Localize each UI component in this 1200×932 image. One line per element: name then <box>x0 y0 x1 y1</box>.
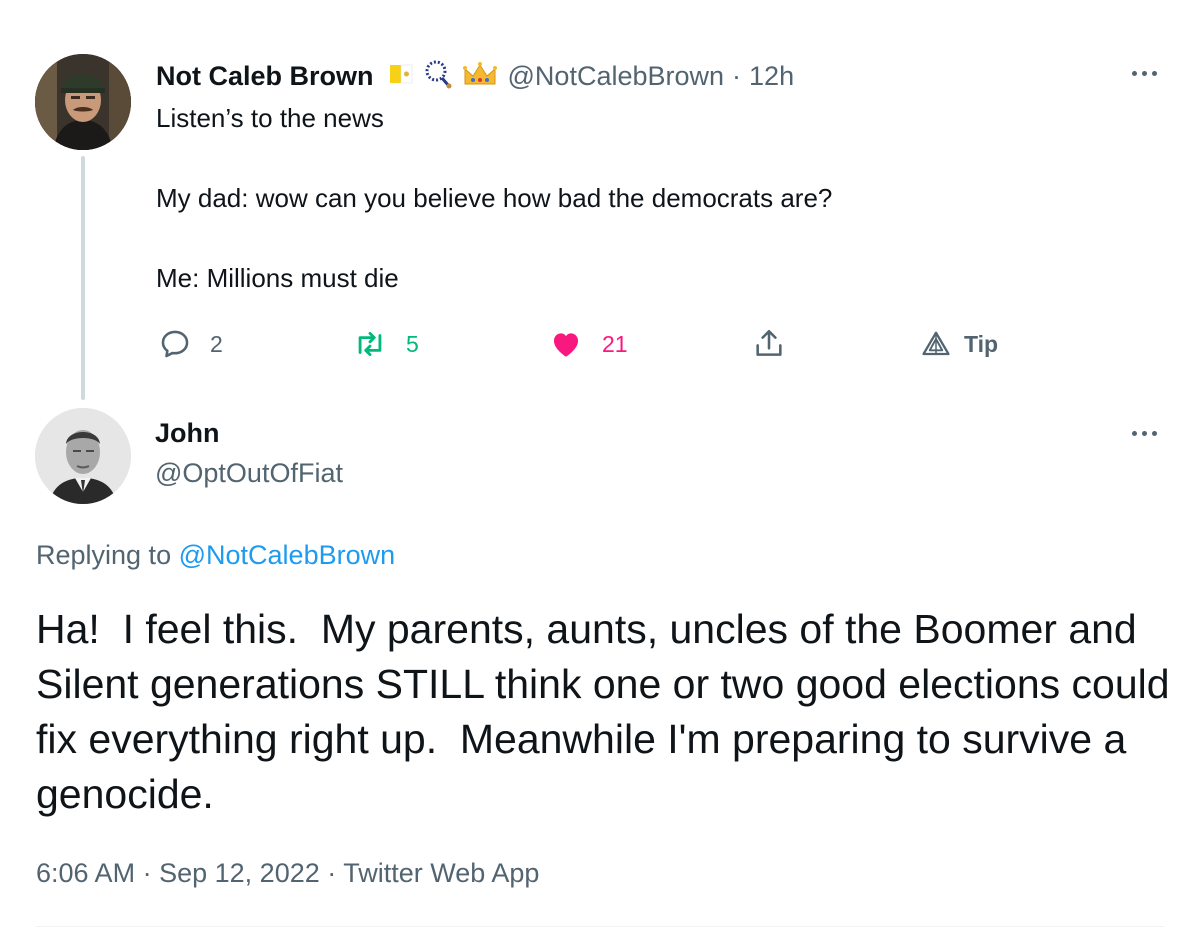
tweet-source[interactable]: Twitter Web App <box>343 858 539 888</box>
parent-time-separator: · <box>732 60 742 91</box>
like-button[interactable]: 21 <box>548 324 628 364</box>
replying-to-link[interactable]: @NotCalebBrown <box>179 540 396 570</box>
crown-icon <box>462 60 498 93</box>
rosary-icon <box>422 59 454 94</box>
reply-tweet-text: Ha! I feel this. My parents, aunts, uncl… <box>36 606 1181 817</box>
reply-more-options-icon[interactable] <box>1132 431 1157 436</box>
parent-author-handle[interactable]: @NotCalebBrown <box>508 61 725 92</box>
like-count: 21 <box>602 330 628 357</box>
reply-count: 2 <box>210 330 223 357</box>
tweet-meta: 6:06 AM · Sep 12, 2022 · Twitter Web App <box>36 858 539 889</box>
tip-label: Tip <box>964 330 999 357</box>
replying-to-prefix: Replying to <box>36 540 172 570</box>
parent-tweet-line-1: Listen’s to the news <box>156 103 384 133</box>
retweet-icon <box>358 331 382 357</box>
parent-tweet-line-3: Me: Millions must die <box>156 263 399 293</box>
tip-icon <box>922 331 950 356</box>
share-icon <box>756 329 782 356</box>
thread-connector-line <box>81 156 85 400</box>
retweet-count: 5 <box>406 330 419 357</box>
reply-author-handle[interactable]: @OptOutOfFiat <box>155 458 343 489</box>
reply-avatar-image <box>35 408 131 504</box>
meta-separator-2: · <box>327 858 337 888</box>
replying-to-line: Replying to @NotCalebBrown <box>36 540 395 571</box>
bottom-divider <box>36 926 1164 927</box>
reply-author-name[interactable]: John <box>155 418 220 449</box>
parent-author-row: Not Caleb Brown @NotCalebBrown · 12h <box>156 58 794 94</box>
tweet-time[interactable]: 6:06 AM <box>36 858 135 888</box>
reply-icon <box>161 330 189 358</box>
tip-button[interactable]: Tip <box>920 324 998 364</box>
reply-button[interactable]: 2 <box>158 324 223 364</box>
tweet-date[interactable]: Sep 12, 2022 <box>159 858 320 888</box>
share-button[interactable] <box>752 324 786 364</box>
heart-icon <box>553 333 579 357</box>
vatican-flag-icon <box>388 61 414 92</box>
parent-tweet-line-2: My dad: wow can you believe how bad the … <box>156 183 833 213</box>
parent-more-options-icon[interactable] <box>1132 71 1157 76</box>
parent-author-name[interactable]: Not Caleb Brown <box>156 61 374 92</box>
retweet-button[interactable]: 5 <box>352 324 419 364</box>
parent-avatar-image <box>35 54 131 150</box>
reply-avatar[interactable] <box>35 408 131 504</box>
parent-avatar[interactable] <box>35 54 131 150</box>
parent-time-ago[interactable]: 12h <box>749 61 794 92</box>
meta-separator-1: · <box>142 858 152 888</box>
